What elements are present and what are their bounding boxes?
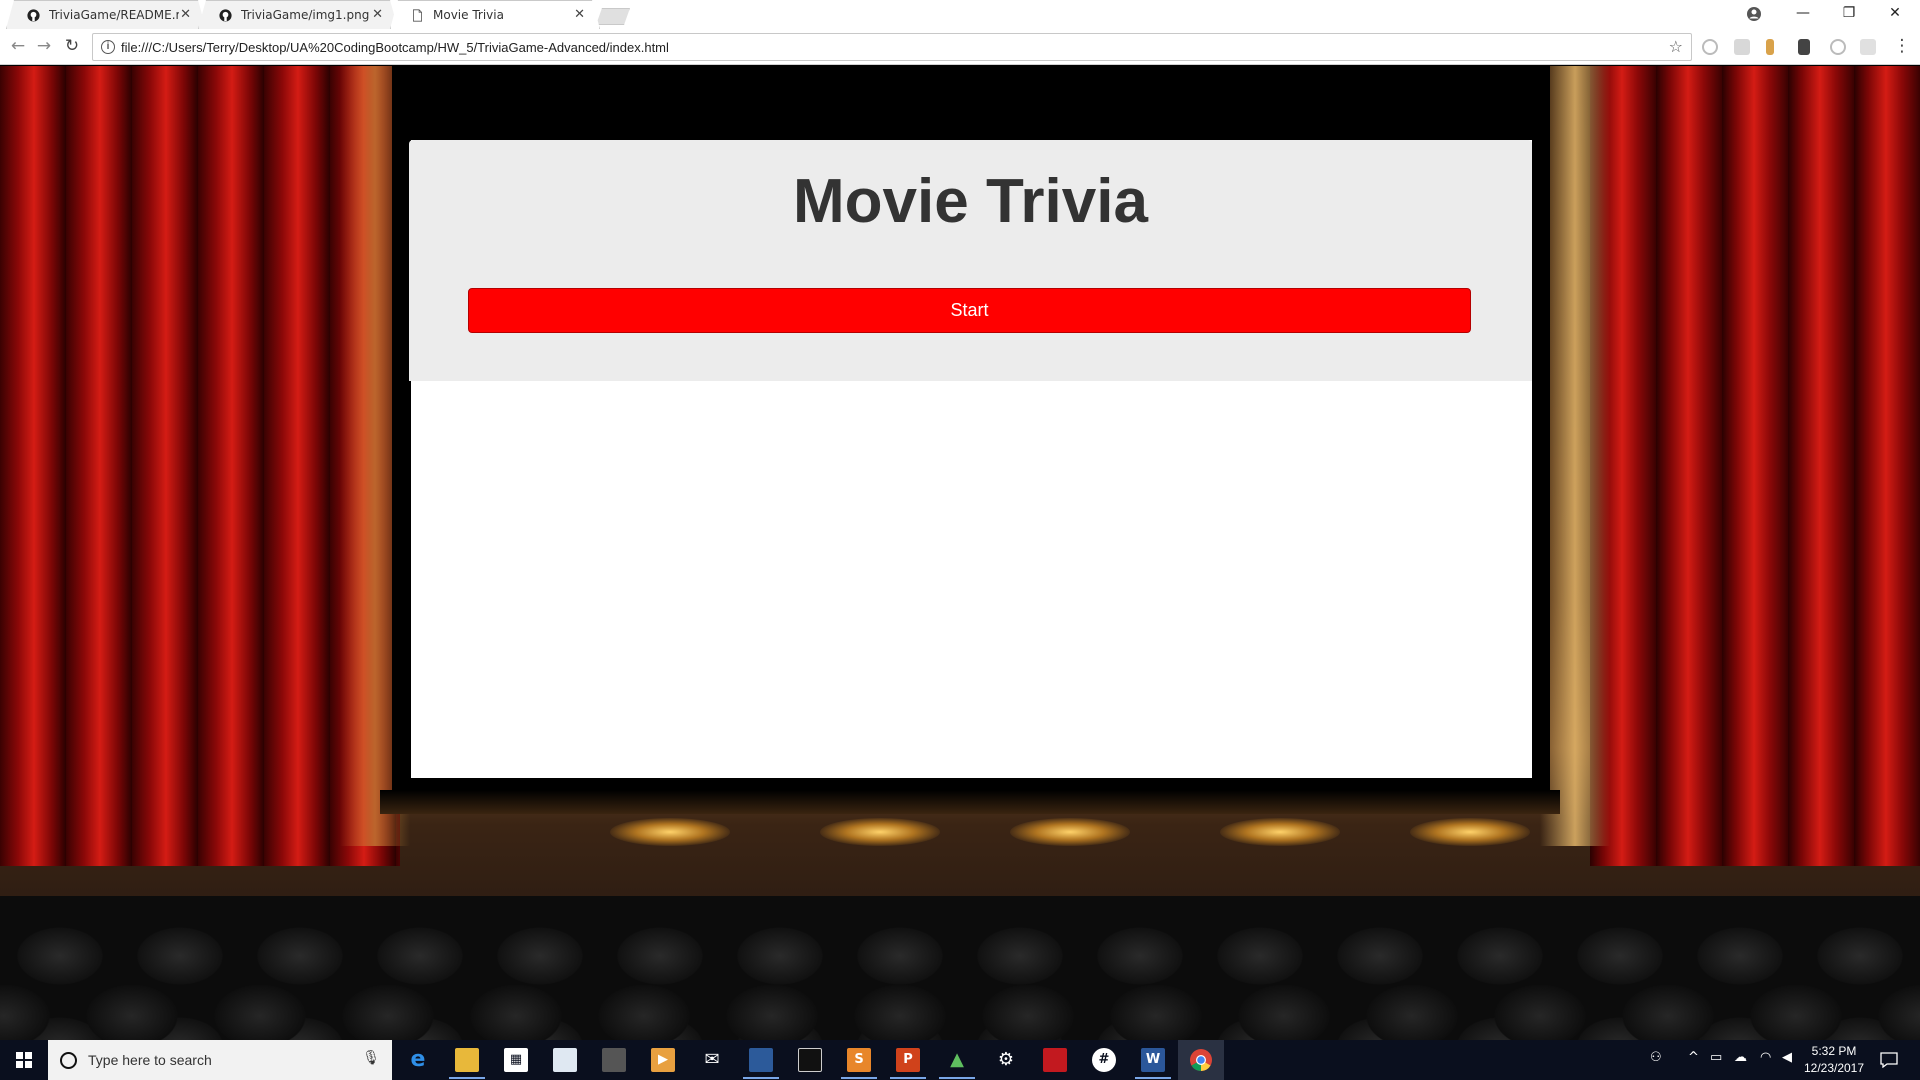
tab-title: TriviaGame/README.md [49,8,176,22]
stage-edge [380,790,1560,814]
tab-movie-trivia[interactable]: Movie Trivia ✕ [390,0,600,29]
theater-seats [0,966,1920,1040]
onedrive-icon[interactable]: ☁ [1734,1050,1747,1065]
close-window-button[interactable]: ✕ [1872,0,1918,29]
stage-light [820,818,940,846]
tab-readme[interactable]: TriviaGame/README.md ✕ [6,0,206,29]
active-indicator [841,1077,877,1079]
stage-light [1220,818,1340,846]
slack-icon[interactable]: # [1092,1048,1116,1072]
back-button[interactable]: ← [6,35,30,59]
volume-icon[interactable]: ◀ [1782,1050,1792,1065]
clock-date: 12/23/2017 [1803,1061,1865,1075]
taskbar-search[interactable]: Type here to search 🎙 [48,1040,392,1080]
visual-studio-icon[interactable] [749,1048,773,1072]
browser-toolbar: ← → ↻ i file:///C:/Users/Terry/Desktop/U… [0,29,1920,65]
windows-taskbar: Type here to search 🎙 e ▦ ▶ ✉ S P ▲ ⚙ # … [0,1040,1920,1080]
settings-icon[interactable]: ⚙ [994,1048,1018,1072]
tab-title: TriviaGame/img1.png at [241,8,371,22]
new-tab-button[interactable] [596,8,630,25]
chrome-icon [1190,1049,1212,1071]
jumbotron: Movie Trivia Start [409,140,1532,381]
active-indicator [449,1077,485,1079]
windows-icon [16,1052,32,1068]
extension-icon[interactable] [1702,39,1718,55]
stage-light [610,818,730,846]
active-indicator [890,1077,926,1079]
url-text[interactable]: file:///C:/Users/Terry/Desktop/UA%20Codi… [121,40,669,55]
search-placeholder: Type here to search [88,1052,212,1068]
bookmark-star-icon[interactable]: ☆ [1669,37,1683,56]
extension-icon[interactable] [1734,39,1750,55]
extension-icon[interactable] [1766,39,1774,55]
stage-glow [1540,66,1610,846]
store-icon[interactable]: ▦ [504,1048,528,1072]
battery-icon[interactable]: ▭ [1710,1050,1722,1065]
active-indicator [1135,1077,1171,1079]
reload-button[interactable]: ↻ [60,35,84,59]
extension-icon[interactable] [1798,39,1810,55]
start-button[interactable]: Start [468,288,1471,333]
android-icon[interactable]: ▲ [945,1048,969,1072]
edge-icon[interactable]: e [406,1048,430,1072]
active-indicator [939,1077,975,1079]
clock-time: 5:32 PM [1811,1044,1857,1058]
file-explorer-icon[interactable] [455,1048,479,1072]
start-menu-button[interactable] [0,1040,48,1080]
restore-button[interactable]: ❐ [1826,0,1872,29]
info-icon[interactable]: i [101,40,115,54]
microphone-icon[interactable]: 🎙 [362,1050,380,1066]
snip-icon[interactable] [602,1048,626,1072]
action-center-icon[interactable] [1880,1052,1898,1068]
acrobat-icon[interactable] [1043,1048,1067,1072]
system-clock[interactable]: 5:32 PM 12/23/2017 [1802,1043,1866,1077]
page-title: Movie Trivia [793,167,1148,236]
terminal-icon[interactable] [798,1048,822,1072]
right-curtain [1590,66,1920,866]
menu-icon[interactable]: ⋮ [1890,35,1914,59]
stage-light [1010,818,1130,846]
sublime-icon[interactable]: S [847,1048,871,1072]
media-icon[interactable]: ▶ [651,1048,675,1072]
extension-icon[interactable] [1830,39,1846,55]
powerpoint-icon[interactable]: P [896,1048,920,1072]
forward-button[interactable]: → [32,35,56,59]
stage-light [1410,818,1530,846]
show-hidden-icons[interactable]: ^ [1688,1050,1699,1065]
tab-close-icon[interactable]: ✕ [372,7,383,22]
word-icon[interactable]: W [1141,1048,1165,1072]
page-icon [411,9,424,22]
tab-bar: TriviaGame/README.md ✕ TriviaGame/img1.p… [0,0,1920,29]
tab-title: Movie Trivia [433,8,504,22]
photos-icon[interactable] [553,1048,577,1072]
tab-close-icon[interactable]: ✕ [574,7,585,22]
extension-icon[interactable] [1860,39,1876,55]
chrome-taskbar-button[interactable] [1178,1040,1224,1080]
github-icon [219,9,232,22]
page-viewport: Movie Trivia Start [0,66,1920,1040]
minimize-button[interactable]: — [1780,0,1826,29]
wifi-icon[interactable]: ◠ [1760,1050,1771,1065]
cortana-icon [60,1052,77,1069]
tab-close-icon[interactable]: ✕ [180,7,191,22]
active-indicator [743,1077,779,1079]
people-icon[interactable]: ⚇ [1650,1050,1662,1065]
mail-icon[interactable]: ✉ [700,1048,724,1072]
address-bar[interactable]: i file:///C:/Users/Terry/Desktop/UA%20Co… [92,33,1692,61]
profile-icon[interactable] [1746,6,1762,22]
github-icon [27,9,40,22]
tab-img1[interactable]: TriviaGame/img1.png at ✕ [198,0,398,29]
